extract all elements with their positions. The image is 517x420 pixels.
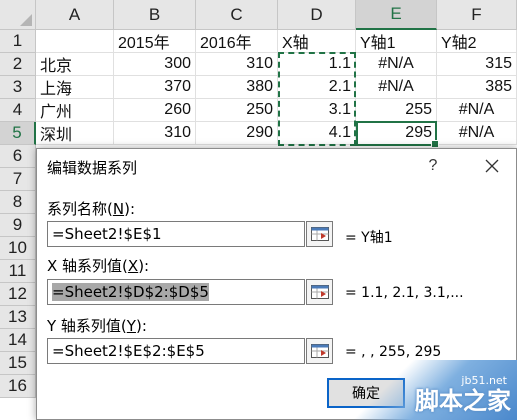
column-header-a[interactable]: A xyxy=(36,0,114,30)
cell-e1[interactable]: Y轴1 xyxy=(356,30,437,53)
x-values-preview: = 1.1, 2.1, 3.1,... xyxy=(345,285,464,301)
row-header-7[interactable]: 7 xyxy=(0,168,36,191)
cell-d4[interactable]: 3.1 xyxy=(278,99,356,122)
column-header-d[interactable]: D xyxy=(278,0,356,30)
cell-c2[interactable]: 310 xyxy=(196,53,278,76)
cell-d2[interactable]: 1.1 xyxy=(278,53,356,76)
cell-f5[interactable]: #N/A xyxy=(437,122,517,145)
cell-c1[interactable]: 2016年 xyxy=(196,30,278,53)
row-header-6[interactable]: 6 xyxy=(0,145,36,168)
y-values-preview: = , , 255, 295 xyxy=(345,344,442,360)
column-header-b[interactable]: B xyxy=(114,0,196,30)
y-values-input[interactable]: =Sheet2!$E$2:$E$5 xyxy=(47,338,305,364)
cell-a1[interactable] xyxy=(36,30,114,53)
cell-d5[interactable]: 4.1 xyxy=(278,122,356,145)
cell-e5[interactable]: 295 xyxy=(356,122,437,145)
row-header-15[interactable]: 15 xyxy=(0,352,36,375)
y-values-label: Y 轴系列值(Y): xyxy=(47,317,147,335)
dialog-title: 编辑数据系列 xyxy=(47,159,138,177)
row-header-4[interactable]: 4 xyxy=(0,99,36,122)
cell-f2[interactable]: 315 xyxy=(437,53,517,76)
x-values-input[interactable]: =Sheet2!$D$2:$D$5 xyxy=(47,279,305,305)
cell-a5[interactable]: 深圳 xyxy=(36,122,114,145)
row-header-1[interactable]: 1 xyxy=(0,30,36,53)
x-values-label: X 轴系列值(X): xyxy=(47,257,150,275)
close-icon xyxy=(485,159,499,173)
cell-b3[interactable]: 370 xyxy=(114,76,196,99)
cell-e3[interactable]: #N/A xyxy=(356,76,437,99)
cell-c5[interactable]: 290 xyxy=(196,122,278,145)
cell-b1[interactable]: 2015年 xyxy=(114,30,196,53)
row-header-10[interactable]: 10 xyxy=(0,237,36,260)
row-header-11[interactable]: 11 xyxy=(0,260,36,283)
row-header-16[interactable]: 16 xyxy=(0,375,36,398)
cell-f1[interactable]: Y轴2 xyxy=(437,30,517,53)
row-header-12[interactable]: 12 xyxy=(0,283,36,306)
cell-e4[interactable]: 255 xyxy=(356,99,437,122)
x-values-collapse-button[interactable] xyxy=(306,279,333,305)
close-button[interactable] xyxy=(477,153,507,179)
row-header-14[interactable]: 14 xyxy=(0,329,36,352)
series-name-input[interactable]: =Sheet2!$E$1 xyxy=(47,221,305,247)
cell-d3[interactable]: 2.1 xyxy=(278,76,356,99)
y-values-collapse-button[interactable] xyxy=(306,338,333,364)
cell-b2[interactable]: 300 xyxy=(114,53,196,76)
row-header-3[interactable]: 3 xyxy=(0,76,36,99)
cell-f3[interactable]: 385 xyxy=(437,76,517,99)
cell-b4[interactable]: 260 xyxy=(114,99,196,122)
range-select-icon xyxy=(310,227,329,241)
series-name-collapse-button[interactable] xyxy=(306,221,333,247)
cell-d1[interactable]: X轴 xyxy=(278,30,356,53)
row-header-9[interactable]: 9 xyxy=(0,214,36,237)
cell-f4[interactable]: #N/A xyxy=(437,99,517,122)
cell-c3[interactable]: 380 xyxy=(196,76,278,99)
column-header-f[interactable]: F xyxy=(437,0,517,30)
range-select-icon xyxy=(310,285,329,299)
cell-c4[interactable]: 250 xyxy=(196,99,278,122)
row-header-13[interactable]: 13 xyxy=(0,306,36,329)
column-header-e[interactable]: E xyxy=(356,0,437,30)
row-header-2[interactable]: 2 xyxy=(0,53,36,76)
cell-b5[interactable]: 310 xyxy=(114,122,196,145)
row-header-5[interactable]: 5 xyxy=(0,122,36,145)
cell-e2[interactable]: #N/A xyxy=(356,53,437,76)
cell-a4[interactable]: 广州 xyxy=(36,99,114,122)
cell-a2[interactable]: 北京 xyxy=(36,53,114,76)
row-header-8[interactable]: 8 xyxy=(0,191,36,214)
series-name-preview: = Y轴1 xyxy=(345,230,393,246)
select-all-corner[interactable] xyxy=(0,0,36,30)
help-button[interactable]: ? xyxy=(419,153,447,179)
column-header-c[interactable]: C xyxy=(196,0,278,30)
watermark-background xyxy=(342,360,517,420)
range-select-icon xyxy=(310,344,329,358)
cell-a3[interactable]: 上海 xyxy=(36,76,114,99)
series-name-label: 系列名称(N): xyxy=(47,200,135,218)
